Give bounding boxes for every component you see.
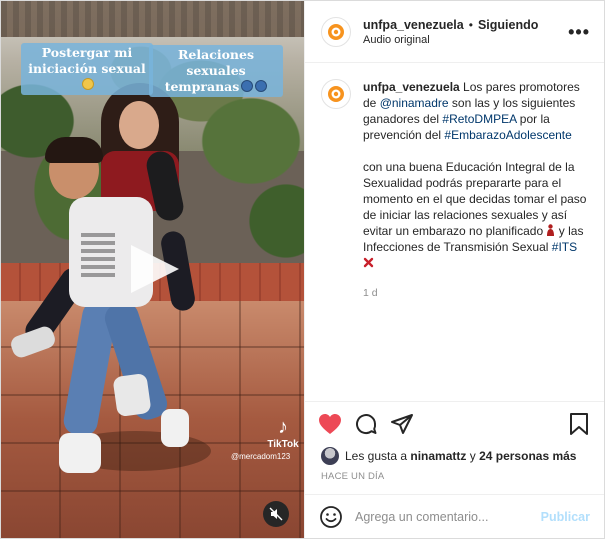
comment-icon [356,413,377,434]
video-caption-right: Relaciones sexuales tempranas [149,45,283,97]
publish-button[interactable]: Publicar [541,510,590,524]
caption-left-text: Postergar mi iniciación sexual [28,45,146,76]
mute-button[interactable] [263,501,289,527]
save-button[interactable] [566,411,592,437]
share-button[interactable] [389,411,415,437]
paper-plane-icon [391,413,413,434]
likes-count-link[interactable]: 24 personas más [479,449,576,463]
tiktok-brand: TikTok [267,439,299,450]
video-caption-left: Postergar mi iniciación sexual [21,43,153,95]
liker-username[interactable]: ninamattz [410,449,466,463]
hashtag-link[interactable]: #RetoDMPEA [442,112,516,126]
caption-avatar[interactable] [321,79,351,109]
add-comment-bar: Publicar [305,494,604,538]
following-button[interactable]: Siguiendo [478,18,538,32]
hashtag-link[interactable]: #ITS [552,240,577,254]
person-emoji-icon [255,80,268,92]
person-emoji-icon [241,80,254,92]
cross-mark-icon [363,257,374,268]
bookmark-icon [570,412,588,435]
speaker-muted-icon [269,507,283,521]
play-icon[interactable] [125,241,185,297]
header-text: unfpa_venezuela • Siguiendo Audio origin… [363,18,568,46]
post-header: unfpa_venezuela • Siguiendo Audio origin… [305,1,604,63]
emoji-icon[interactable] [319,505,343,529]
likes-summary: Les gusta a ninamattz y 24 personas más [305,445,604,467]
original-audio-link[interactable]: Audio original [363,34,568,46]
likes-connector: y [466,449,480,463]
more-options-icon[interactable]: ••• [568,23,590,41]
separator-dot: • [468,17,473,32]
header-username[interactable]: unfpa_venezuela [363,18,464,32]
post-caption: unfpa_venezuela Los pares promotores de … [363,79,590,271]
mention-link[interactable]: @ninamadre [380,96,449,110]
instagram-post: Postergar mi iniciación sexual Relacione… [0,0,605,539]
caption-username[interactable]: unfpa_venezuela [363,80,460,94]
post-video[interactable]: Postergar mi iniciación sexual Relacione… [1,1,304,538]
unfpa-logo-icon [328,86,344,102]
avatar[interactable] [321,16,351,47]
action-bar [305,401,604,445]
unfpa-logo-icon [328,23,344,40]
caption-age[interactable]: 1 d [363,287,590,299]
liker-avatar[interactable] [321,447,339,465]
face-emoji-icon [82,78,94,90]
tiktok-handle: @mercadom123 [231,452,291,461]
comments-area: unfpa_venezuela Los pares promotores de … [305,63,604,401]
likes-prefix: Les gusta a [345,449,408,463]
post-timestamp[interactable]: HACE UN DÍA [305,467,604,494]
tiktok-logo-icon: ♪ [278,416,288,438]
like-button[interactable] [317,411,343,437]
comment-button[interactable] [353,411,379,437]
caption-paragraph: con una buena Educación Integral de la S… [363,159,590,271]
hashtag-link[interactable]: #EmbarazoAdolescente [444,128,571,142]
heart-filled-icon [319,413,341,434]
comment-input[interactable] [355,509,541,524]
post-side-panel: unfpa_venezuela • Siguiendo Audio origin… [304,1,604,538]
tiktok-watermark: ♪ TikTok [263,417,303,450]
caption-row: unfpa_venezuela Los pares promotores de … [321,79,590,271]
